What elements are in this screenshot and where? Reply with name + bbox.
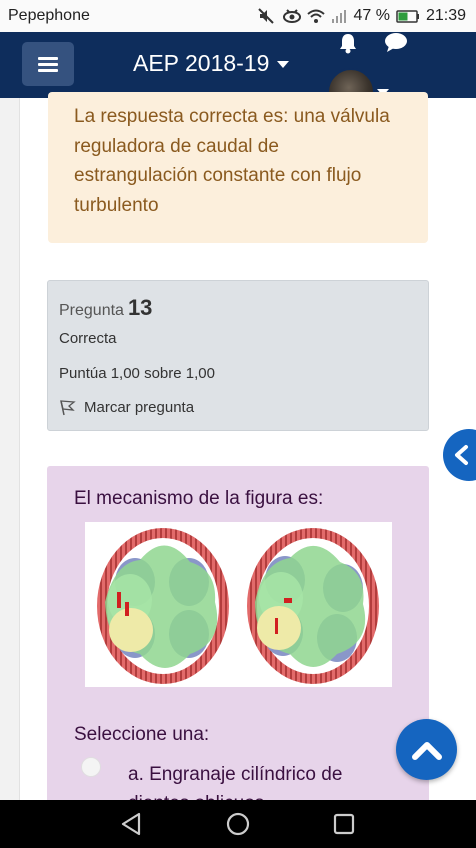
- question-figure: [85, 522, 392, 687]
- planetary-gear-image: [97, 528, 379, 684]
- question-number-label: Pregunta 13: [59, 295, 152, 321]
- flag-icon: [60, 400, 76, 416]
- course-title: AEP 2018-19: [133, 50, 270, 76]
- bell-icon[interactable]: [337, 32, 359, 59]
- mute-icon: [257, 8, 277, 24]
- option-a-radio[interactable]: [81, 757, 101, 777]
- question-number: 13: [127, 295, 153, 320]
- question-info: Pregunta 13 Correcta Puntúa 1,00 sobre 1,…: [47, 280, 429, 431]
- left-rail: [0, 98, 20, 800]
- wifi-icon: [307, 9, 326, 23]
- drawer-toggle-button[interactable]: [443, 429, 476, 481]
- question-content: El mecanismo de la figura es: Seleccione…: [47, 466, 429, 814]
- menu-button[interactable]: [22, 42, 74, 86]
- carrier-label: Pepephone: [8, 7, 90, 24]
- chat-icon[interactable]: [384, 32, 408, 59]
- recent-apps-icon[interactable]: [333, 813, 355, 840]
- flag-label: Marcar pregunta: [84, 399, 195, 416]
- page: Pepephone 47 % 21:39 AEP 2018-19 La resp…: [0, 0, 476, 848]
- question-label: Pregunta: [59, 302, 124, 319]
- battery-percent: 47 %: [353, 7, 390, 24]
- correct-answer-feedback: La respuesta correcta es: una válvula re…: [48, 92, 428, 243]
- back-icon[interactable]: [120, 812, 142, 841]
- question-state: Correcta: [59, 330, 117, 347]
- top-navbar: AEP 2018-19: [0, 32, 476, 116]
- status-bar: Pepephone 47 % 21:39: [0, 0, 476, 32]
- eye-icon: [283, 9, 302, 23]
- flag-question-link[interactable]: Marcar pregunta: [59, 399, 194, 416]
- menu-icon: [38, 57, 58, 72]
- question-text: El mecanismo de la figura es:: [74, 488, 324, 509]
- select-one-label: Seleccione una:: [74, 724, 210, 745]
- chevron-up-icon: [411, 741, 442, 760]
- chevron-down-icon: [277, 61, 290, 68]
- system-navigation-bar: [0, 800, 476, 848]
- battery-icon: [396, 9, 420, 23]
- signal-icon: [331, 9, 347, 23]
- course-selector[interactable]: AEP 2018-19: [133, 50, 290, 77]
- chevron-left-icon: [455, 445, 468, 465]
- scroll-top-button[interactable]: [396, 719, 457, 780]
- question-grade: Puntúa 1,00 sobre 1,00: [59, 365, 215, 382]
- clock: 21:39: [425, 7, 466, 24]
- status-icons: 47 % 21:39: [257, 7, 466, 25]
- home-icon[interactable]: [226, 812, 250, 841]
